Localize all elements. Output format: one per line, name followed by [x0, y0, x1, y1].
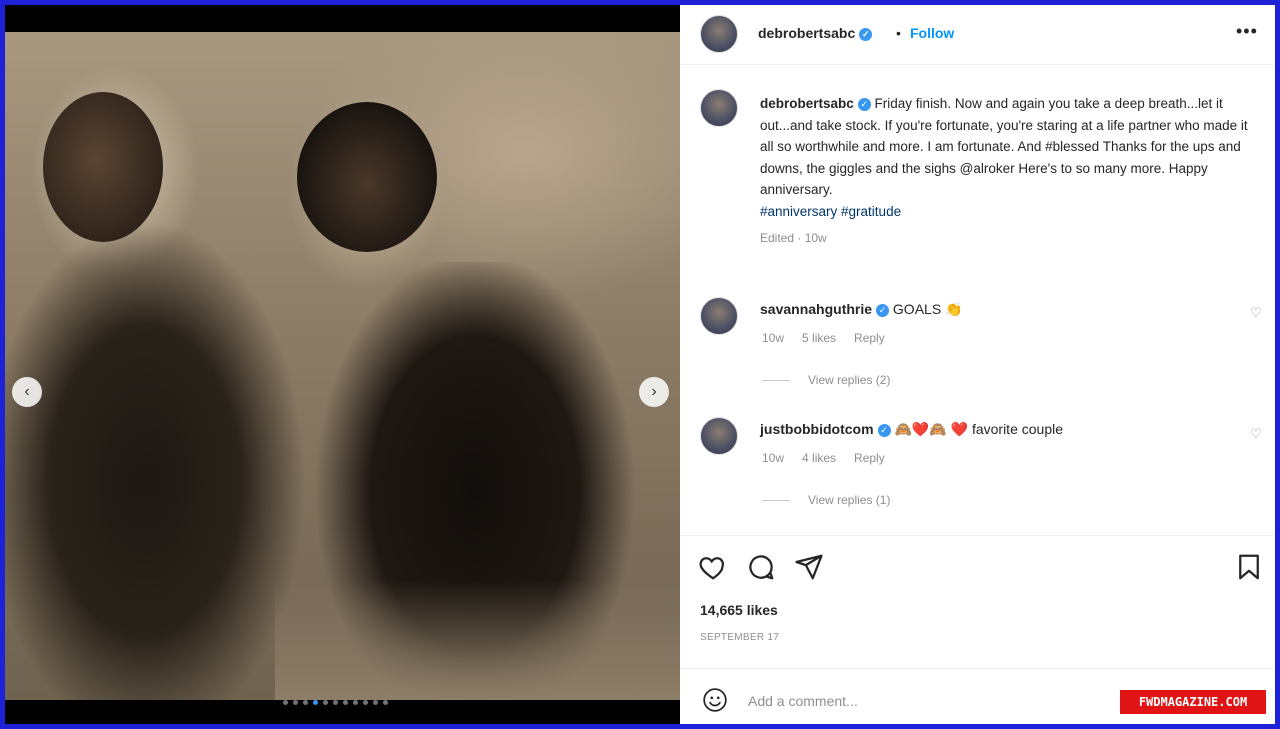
author-username-text[interactable]: debrobertsabc — [758, 25, 855, 41]
follow-button[interactable]: Follow — [910, 25, 954, 41]
carousel-dot — [343, 700, 348, 705]
comment-username[interactable]: justbobbidotcom — [760, 421, 874, 437]
header-separator: • — [896, 25, 901, 41]
watermark-badge: FWDMAGAZINE.COM — [1120, 690, 1266, 714]
comment-text: 🙈❤️🙈 ❤️ favorite couple — [894, 421, 1063, 437]
paper-plane-icon[interactable] — [794, 552, 824, 582]
bookmark-icon[interactable] — [1234, 552, 1264, 582]
comment-meta: 10w 4 likes Reply — [762, 451, 891, 465]
divider — [762, 499, 790, 501]
comment-avatar[interactable] — [700, 297, 738, 335]
add-comment-input[interactable]: Add a comment... — [748, 693, 858, 709]
reply-button[interactable]: Reply — [854, 451, 885, 465]
comment-bubble-icon[interactable] — [746, 552, 776, 582]
photo-figure-man — [5, 222, 305, 700]
smiley-icon[interactable] — [702, 687, 728, 713]
carousel-dot — [383, 700, 388, 705]
author-username[interactable]: debrobertsabc ✓ — [758, 25, 873, 41]
post-sidebar: debrobertsabc ✓ • Follow ••• debrobertsab… — [680, 5, 1275, 724]
comment-like-heart-icon[interactable]: ♡ — [1250, 305, 1262, 321]
comment-likes[interactable]: 4 likes — [802, 451, 836, 465]
carousel-dot — [363, 700, 368, 705]
comment-avatar[interactable] — [700, 417, 738, 455]
reply-button[interactable]: Reply — [854, 331, 885, 345]
caption-meta: Edited · 10w — [760, 231, 827, 245]
caption-avatar[interactable] — [700, 89, 738, 127]
more-options-icon[interactable]: ••• — [1236, 21, 1258, 42]
comment: savannahguthrie ✓ GOALS 👏 — [760, 301, 962, 318]
view-replies-button[interactable]: View replies (1) — [762, 493, 890, 507]
divider — [762, 379, 790, 381]
author-avatar[interactable] — [700, 15, 738, 53]
post-caption: debrobertsabc ✓ Friday finish. Now and ag… — [760, 93, 1250, 250]
caption-hashtags[interactable]: #anniversary #gratitude — [760, 204, 901, 219]
carousel-dot — [353, 700, 358, 705]
carousel-prev-button[interactable]: ‹ — [12, 377, 42, 407]
comment-age: 10w — [762, 451, 785, 465]
carousel-dot — [283, 700, 288, 705]
comment-text: GOALS 👏 — [892, 301, 963, 317]
photo-ground — [275, 580, 680, 700]
carousel-dot — [373, 700, 378, 705]
comment: justbobbidotcom ✓ 🙈❤️🙈 ❤️ favorite couple — [760, 421, 1063, 438]
comment-username[interactable]: savannahguthrie — [760, 301, 872, 317]
verified-check-icon: ✓ — [857, 97, 871, 111]
carousel-next-button[interactable]: › — [639, 377, 669, 407]
carousel-dot — [333, 700, 338, 705]
photo-figure-man-head — [43, 92, 163, 242]
carousel-dot — [323, 700, 328, 705]
post-media: ‹ › — [5, 5, 680, 724]
comment-likes[interactable]: 5 likes — [802, 331, 836, 345]
carousel-dot — [313, 700, 318, 705]
likes-count[interactable]: 14,665 likes — [700, 602, 778, 618]
chevron-right-icon: › — [651, 383, 657, 400]
carousel-indicator — [283, 700, 388, 705]
chevron-left-icon: ‹ — [24, 383, 30, 400]
view-replies-button[interactable]: View replies (2) — [762, 373, 890, 387]
post-actions: 14,665 likes SEPTEMBER 17 — [680, 535, 1275, 655]
carousel-dot — [303, 700, 308, 705]
comment-like-heart-icon[interactable]: ♡ — [1250, 426, 1262, 442]
caption-text: Friday finish. Now and again you take a … — [760, 96, 1248, 197]
post-header: debrobertsabc ✓ • Follow ••• — [680, 5, 1275, 65]
verified-check-icon: ✓ — [859, 27, 873, 41]
carousel-dot — [293, 700, 298, 705]
comment-age: 10w — [762, 331, 785, 345]
post-photo: ‹ › — [5, 32, 680, 705]
verified-check-icon: ✓ — [877, 423, 891, 437]
view-replies-label[interactable]: View replies (1) — [808, 493, 890, 507]
caption-username[interactable]: debrobertsabc — [760, 96, 854, 111]
view-replies-label[interactable]: View replies (2) — [808, 373, 890, 387]
post-date: SEPTEMBER 17 — [700, 632, 780, 643]
heart-icon[interactable] — [698, 552, 728, 582]
comment-meta: 10w 5 likes Reply — [762, 331, 891, 345]
verified-check-icon: ✓ — [876, 303, 890, 317]
photo-figure-woman-head — [297, 102, 437, 252]
